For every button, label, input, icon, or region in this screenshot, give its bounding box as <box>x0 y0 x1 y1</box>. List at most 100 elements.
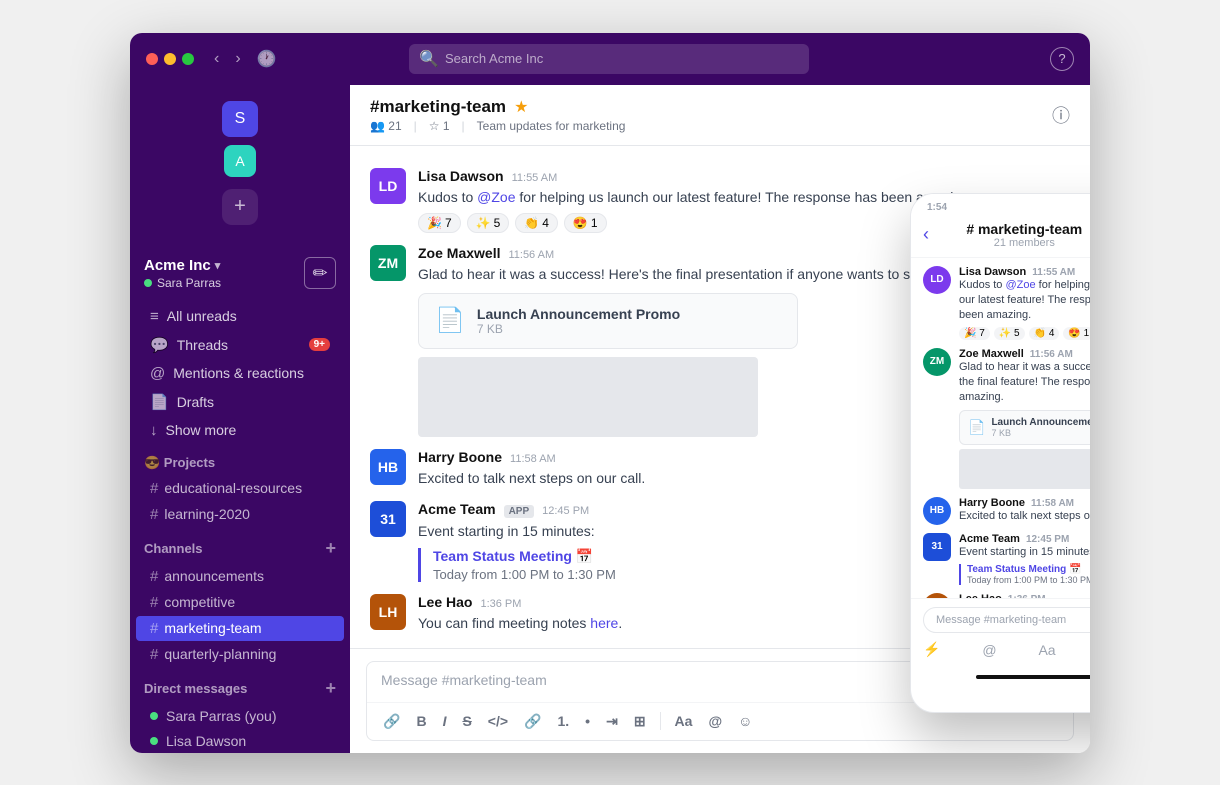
phone-author-4: Acme Team <box>959 533 1020 545</box>
strikethrough-button[interactable]: S <box>456 709 477 733</box>
phone-input-box[interactable]: Message #marketing-team <box>923 607 1090 633</box>
sidebar-item-threads[interactable]: 💬 Threads 9+ <box>136 331 344 359</box>
attachment-1[interactable]: 📄 Launch Announcement Promo 7 KB <box>418 293 798 349</box>
sidebar-item-drafts[interactable]: 📄 Drafts <box>136 388 344 416</box>
phone-msg-header-3: Harry Boone 11:58 AM <box>959 497 1090 509</box>
workspace-name[interactable]: Acme Inc ▾ <box>144 257 221 274</box>
search-bar[interactable]: 🔍 <box>409 44 809 74</box>
phone-mention-1: @Zoe <box>1005 279 1035 291</box>
sidebar-channel-learning-2020[interactable]: # learning-2020 <box>136 502 344 527</box>
phone-text-3: Excited to talk next steps on our call. <box>959 509 1090 524</box>
workspace-icon[interactable]: S <box>222 101 258 137</box>
emoji-button[interactable]: ☺ <box>732 709 758 733</box>
phone-status-bar: 1:54 ▐▐▐ WiFi ▒ <box>911 194 1090 217</box>
dm-section-header[interactable]: Direct messages + <box>144 678 336 699</box>
phone-time-3: 11:58 AM <box>1031 498 1074 509</box>
reaction-party[interactable]: 🎉 7 <box>418 213 461 233</box>
channels-section-header[interactable]: Channels + <box>144 538 336 559</box>
indent-button[interactable]: ⇥ <box>600 709 624 734</box>
sidebar-item-show-more[interactable]: ↓ Show more <box>136 417 344 444</box>
reaction-heart-eyes[interactable]: 😍 1 <box>564 213 607 233</box>
drafts-icon: 📄 <box>150 393 169 411</box>
sidebar-channel-marketing-team[interactable]: # marketing-team <box>136 616 344 641</box>
hash-icon: # <box>150 620 158 637</box>
phone-aa-icon[interactable]: Aa <box>1038 642 1055 658</box>
format-button[interactable]: ⊞ <box>628 709 652 734</box>
phone-event-title: Team Status Meeting 📅 <box>967 564 1090 575</box>
nav-buttons: ‹ › 🕐 <box>210 45 281 73</box>
phone-header: ‹ # marketing-team 21 members ⊞ ⓘ <box>911 217 1090 258</box>
online-icon <box>150 712 158 720</box>
phone-reaction-1a[interactable]: 🎉 7 <box>959 327 990 340</box>
phone-attachment[interactable]: 📄 Launch Announcement Promo 7 KB <box>959 410 1090 445</box>
phone-attach-icon: 📄 <box>968 419 985 436</box>
phone-back-button[interactable]: ‹ <box>923 224 929 245</box>
phone-lightning-icon[interactable]: ⚡ <box>923 641 940 658</box>
meeting-notes-link[interactable]: here <box>590 615 618 631</box>
history-button[interactable]: 🕐 <box>253 45 281 73</box>
phone-at-icon[interactable]: @ <box>982 642 996 658</box>
ordered-list-button[interactable]: 1. <box>551 709 575 733</box>
online-status-icon <box>144 279 152 287</box>
projects-section-header[interactable]: 😎 Projects <box>144 455 336 471</box>
dm-lisa-dawson[interactable]: Lisa Dawson <box>136 729 344 753</box>
close-button[interactable] <box>146 53 158 65</box>
phone-msg-content-2: Zoe Maxwell 11:56 AM Glad to hear it was… <box>959 348 1090 489</box>
phone-avatar-harry: HB <box>923 497 951 525</box>
phone-text-1: Kudos to @Zoe for helping us launch our … <box>959 278 1090 324</box>
code-button[interactable]: </> <box>482 709 514 733</box>
phone-reaction-1c[interactable]: 👏 4 <box>1029 327 1060 340</box>
text-style-button[interactable]: Aa <box>669 709 699 733</box>
phone-author-5: Lee Hao <box>959 593 1002 597</box>
phone-message-5: LH Lee Hao 1:36 PM You can find meeting … <box>923 593 1090 597</box>
forward-button[interactable]: › <box>231 45 244 73</box>
sidebar-channel-quarterly-planning[interactable]: # quarterly-planning <box>136 642 344 667</box>
channel-info-button[interactable]: ⓘ <box>1052 102 1070 128</box>
add-channel-button[interactable]: + <box>325 538 336 559</box>
phone-attach-preview <box>959 449 1090 489</box>
all-unreads-icon: ≡ <box>150 308 159 325</box>
link-button[interactable]: 🔗 <box>518 709 547 734</box>
compose-button[interactable]: ✏ <box>304 257 336 289</box>
reaction-clap[interactable]: 👏 4 <box>515 213 558 233</box>
maximize-button[interactable] <box>182 53 194 65</box>
channels-section: Channels + <box>130 528 350 563</box>
attachment-size: 7 KB <box>477 322 680 336</box>
sidebar-channel-competitive[interactable]: # competitive <box>136 590 344 615</box>
attachment-icon: 📄 <box>435 306 465 335</box>
bold-button[interactable]: B <box>410 709 432 733</box>
channel-name: #marketing-team <box>370 97 506 117</box>
sidebar-channel-educational-resources[interactable]: # educational-resources <box>136 476 344 501</box>
mention-zoe[interactable]: @Zoe <box>477 189 515 205</box>
sidebar-item-all-unreads[interactable]: ≡ All unreads <box>136 303 344 330</box>
msg-header-1: Lisa Dawson 11:55 AM <box>418 168 1070 184</box>
dm-sara-parras[interactable]: Sara Parras (you) <box>136 704 344 728</box>
sidebar-item-mentions[interactable]: @ Mentions & reactions <box>136 360 344 387</box>
reaction-sparkles[interactable]: ✨ 5 <box>467 213 510 233</box>
italic-button[interactable]: I <box>437 709 453 733</box>
avatar-harry: HB <box>370 449 406 485</box>
minimize-button[interactable] <box>164 53 176 65</box>
search-input[interactable] <box>445 51 799 66</box>
workspace-icon-2[interactable]: A <box>224 145 256 177</box>
add-dm-button[interactable]: + <box>325 678 336 699</box>
msg-author-3: Harry Boone <box>418 449 502 465</box>
phone-author-3: Harry Boone <box>959 497 1025 509</box>
format-link-button[interactable]: 🔗 <box>377 709 406 734</box>
avatar-lisa: LD <box>370 168 406 204</box>
add-workspace-button[interactable]: + <box>222 189 258 225</box>
phone-reaction-1d[interactable]: 😍 1 <box>1063 327 1090 340</box>
unordered-list-button[interactable]: • <box>579 709 596 733</box>
sidebar-channel-announcements[interactable]: # announcements <box>136 564 344 589</box>
star-icon[interactable]: ★ <box>514 97 528 117</box>
hash-icon: # <box>150 480 158 497</box>
mention-button[interactable]: @ <box>702 709 728 733</box>
phone-msg-header-5: Lee Hao 1:36 PM <box>959 593 1090 597</box>
back-button[interactable]: ‹ <box>210 45 223 73</box>
phone-message-3: HB Harry Boone 11:58 AM Excited to talk … <box>923 497 1090 525</box>
phone-member-count: 21 members <box>966 237 1082 249</box>
help-button[interactable]: ? <box>1050 47 1074 71</box>
phone-reaction-1b[interactable]: ✨ 5 <box>994 327 1025 340</box>
hash-icon: # <box>150 506 158 523</box>
threads-icon: 💬 <box>150 336 169 354</box>
